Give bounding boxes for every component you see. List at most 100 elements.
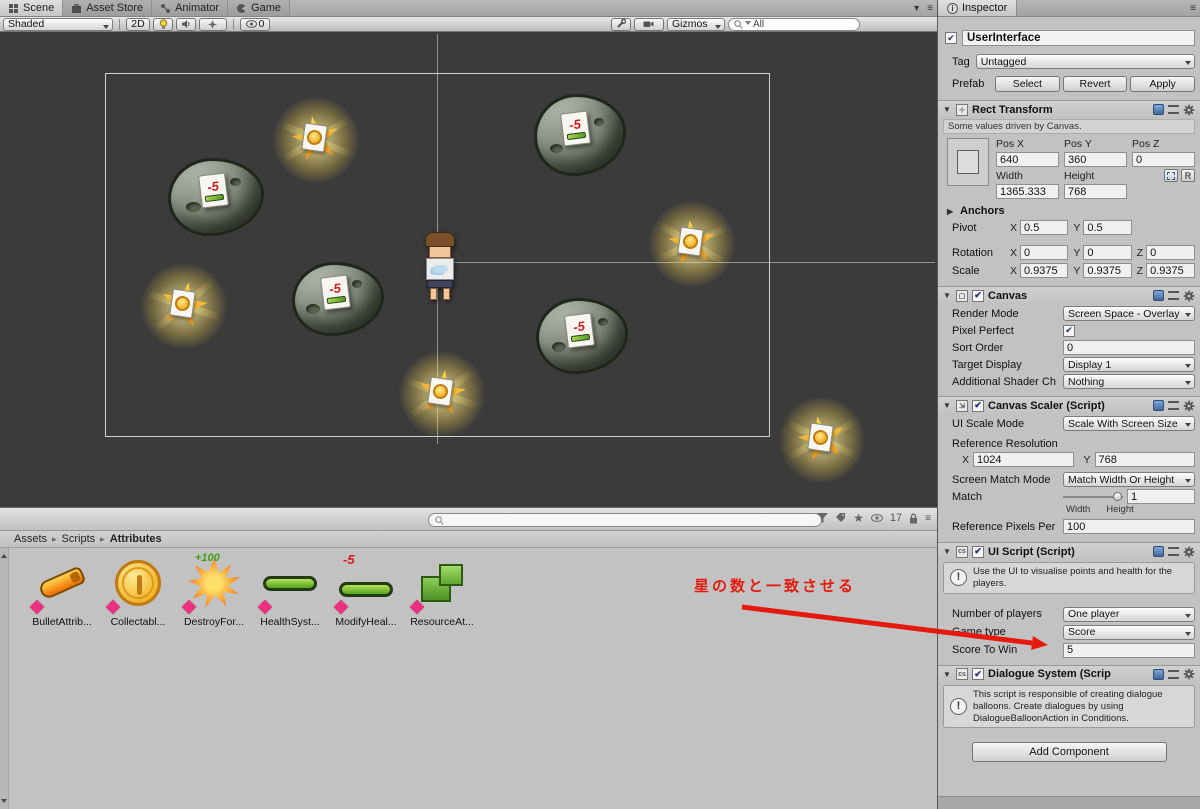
tab-asset-store[interactable]: Asset Store [63,0,153,16]
pane-dropdown-icon[interactable]: ▾ [910,3,923,14]
active-checkbox[interactable]: ✔ [945,32,957,44]
dialogue-enabled-checkbox[interactable]: ✔ [972,668,984,681]
scene-view[interactable]: -5 -5 -5 -5 [0,32,937,507]
help-icon[interactable] [1153,546,1164,557]
camera-dropdown-button[interactable] [634,17,664,31]
scale-x-field[interactable]: 0.9375 [1020,263,1069,278]
pos-y-field[interactable]: 360 [1064,152,1127,167]
pane-menu-icon[interactable]: ≡ [1186,3,1200,14]
pane-menu-icon[interactable]: ≡ [923,3,937,14]
project-search-input[interactable] [428,513,822,527]
pixel-perfect-checkbox[interactable]: ✔ [1063,324,1075,337]
help-icon[interactable] [1153,104,1164,115]
match-slider[interactable] [1063,490,1123,503]
scale-z-field[interactable]: 0.9375 [1146,263,1195,278]
add-component-button[interactable]: Add Component [971,742,1167,763]
width-field[interactable]: 1365.333 [996,184,1059,199]
dialogue-system-header[interactable]: ▼ cs ✔ Dialogue System (Scrip [938,664,1200,683]
screen-match-mode-dropdown[interactable]: Match Width Or Height [1063,472,1195,487]
presets-icon[interactable] [1168,401,1179,410]
tab-animator[interactable]: Animator [152,0,229,16]
number-of-players-dropdown[interactable]: One player [1063,606,1195,622]
pane-menu-icon[interactable]: ≡ [925,513,931,524]
prefab-select-button[interactable]: Select [995,76,1060,92]
foldout-icon[interactable]: ▼ [943,547,952,556]
presets-icon[interactable] [1168,547,1179,556]
pivot-x-field[interactable]: 0.5 [1020,220,1069,235]
height-field[interactable]: 768 [1064,184,1127,199]
reference-ppu-field[interactable]: 100 [1063,519,1195,534]
foldout-icon[interactable]: ▼ [943,105,952,114]
tab-inspector[interactable]: i Inspector [938,0,1018,16]
rotation-z-field[interactable]: 0 [1146,245,1195,260]
canvas-enabled-checkbox[interactable]: ✔ [972,289,984,302]
gear-icon[interactable] [1183,668,1195,680]
meteor-rock[interactable]: -5 [292,262,384,336]
gear-icon[interactable] [1183,104,1195,116]
pos-x-field[interactable]: 640 [996,152,1059,167]
score-to-win-field[interactable]: 5 [1063,642,1195,658]
target-display-dropdown[interactable]: Display 1 [1063,357,1195,372]
meteor-rock[interactable]: -5 [168,158,264,236]
asset-health-system[interactable]: HealthSyst... [254,554,326,628]
player-character[interactable] [422,232,458,304]
scroll-down-icon[interactable] [1,799,7,806]
anchors-foldout[interactable]: ▶ Anchors [947,205,1195,217]
audio-toggle-button[interactable] [176,17,196,31]
foldout-icon[interactable]: ▼ [943,401,952,410]
ui-script-header[interactable]: ▼ cs ✔ UI Script (Script) [938,542,1200,560]
rect-transform-header[interactable]: ▼ ⊹ Rect Transform [938,100,1200,118]
object-name-field[interactable]: UserInterface [962,30,1195,46]
meteor-rock[interactable]: -5 [534,94,626,176]
effects-dropdown-button[interactable] [199,17,227,31]
scene-search-input[interactable]: All [728,17,860,31]
scroll-up-icon[interactable] [1,551,7,558]
asset-bullet-attribute[interactable]: BulletAttrib... [26,554,98,628]
prefab-apply-button[interactable]: Apply [1130,76,1196,92]
star-collectible[interactable] [140,262,228,350]
raw-edit-button[interactable]: R [1181,169,1195,182]
asset-resource-attribute[interactable]: ResourceAt... [406,554,478,628]
slider-thumb[interactable] [1113,492,1122,501]
scene-visibility-button[interactable]: 0 [240,17,270,31]
ui-script-enabled-checkbox[interactable]: ✔ [972,545,984,558]
breadcrumb-scripts[interactable]: Scripts [62,533,96,545]
star-collectible[interactable] [648,200,736,288]
gear-icon[interactable] [1183,400,1195,412]
ref-resolution-y-field[interactable]: 768 [1094,452,1195,467]
rotation-x-field[interactable]: 0 [1020,245,1069,260]
blueprint-mode-button[interactable] [1164,169,1178,182]
favorites-star-icon[interactable]: ★ [853,512,864,524]
project-scrollbar[interactable] [0,548,9,809]
presets-icon[interactable] [1168,669,1179,679]
star-collectible[interactable] [272,96,360,184]
presets-icon[interactable] [1168,291,1179,300]
asset-collectable[interactable]: Collectabl... [102,554,174,628]
canvas-header[interactable]: ▼ ▢ ✔ Canvas [938,286,1200,304]
tag-dropdown[interactable]: Untagged [975,54,1195,69]
eye-icon[interactable] [870,514,883,522]
game-type-dropdown[interactable]: Score [1063,624,1195,640]
ui-scale-mode-dropdown[interactable]: Scale With Screen Size [1063,416,1195,431]
gear-icon[interactable] [1183,546,1195,558]
tab-scene[interactable]: Scene [0,0,64,16]
help-icon[interactable] [1153,668,1164,680]
help-icon[interactable] [1153,400,1164,411]
additional-shader-dropdown[interactable]: Nothing [1063,374,1195,389]
tab-game[interactable]: Game [228,0,291,16]
asset-modify-health[interactable]: -5 ModifyHeal... [330,552,402,628]
foldout-icon[interactable]: ▼ [943,291,952,300]
search-by-label-icon[interactable] [835,513,846,523]
star-collectible[interactable] [778,396,866,484]
meteor-rock[interactable]: -5 [536,298,628,374]
draw-mode-dropdown[interactable]: Shaded [3,17,113,31]
search-by-type-icon[interactable] [817,513,829,523]
match-value-field[interactable]: 1 [1127,489,1195,504]
rotation-y-field[interactable]: 0 [1083,245,1132,260]
breadcrumb-assets[interactable]: Assets [14,533,47,545]
pivot-y-field[interactable]: 0.5 [1083,220,1132,235]
asset-destroy-for-points[interactable]: +100 DestroyFor... [178,552,250,628]
presets-icon[interactable] [1168,105,1179,114]
gear-icon[interactable] [1183,290,1195,302]
2d-toggle-button[interactable]: 2D [126,17,150,31]
